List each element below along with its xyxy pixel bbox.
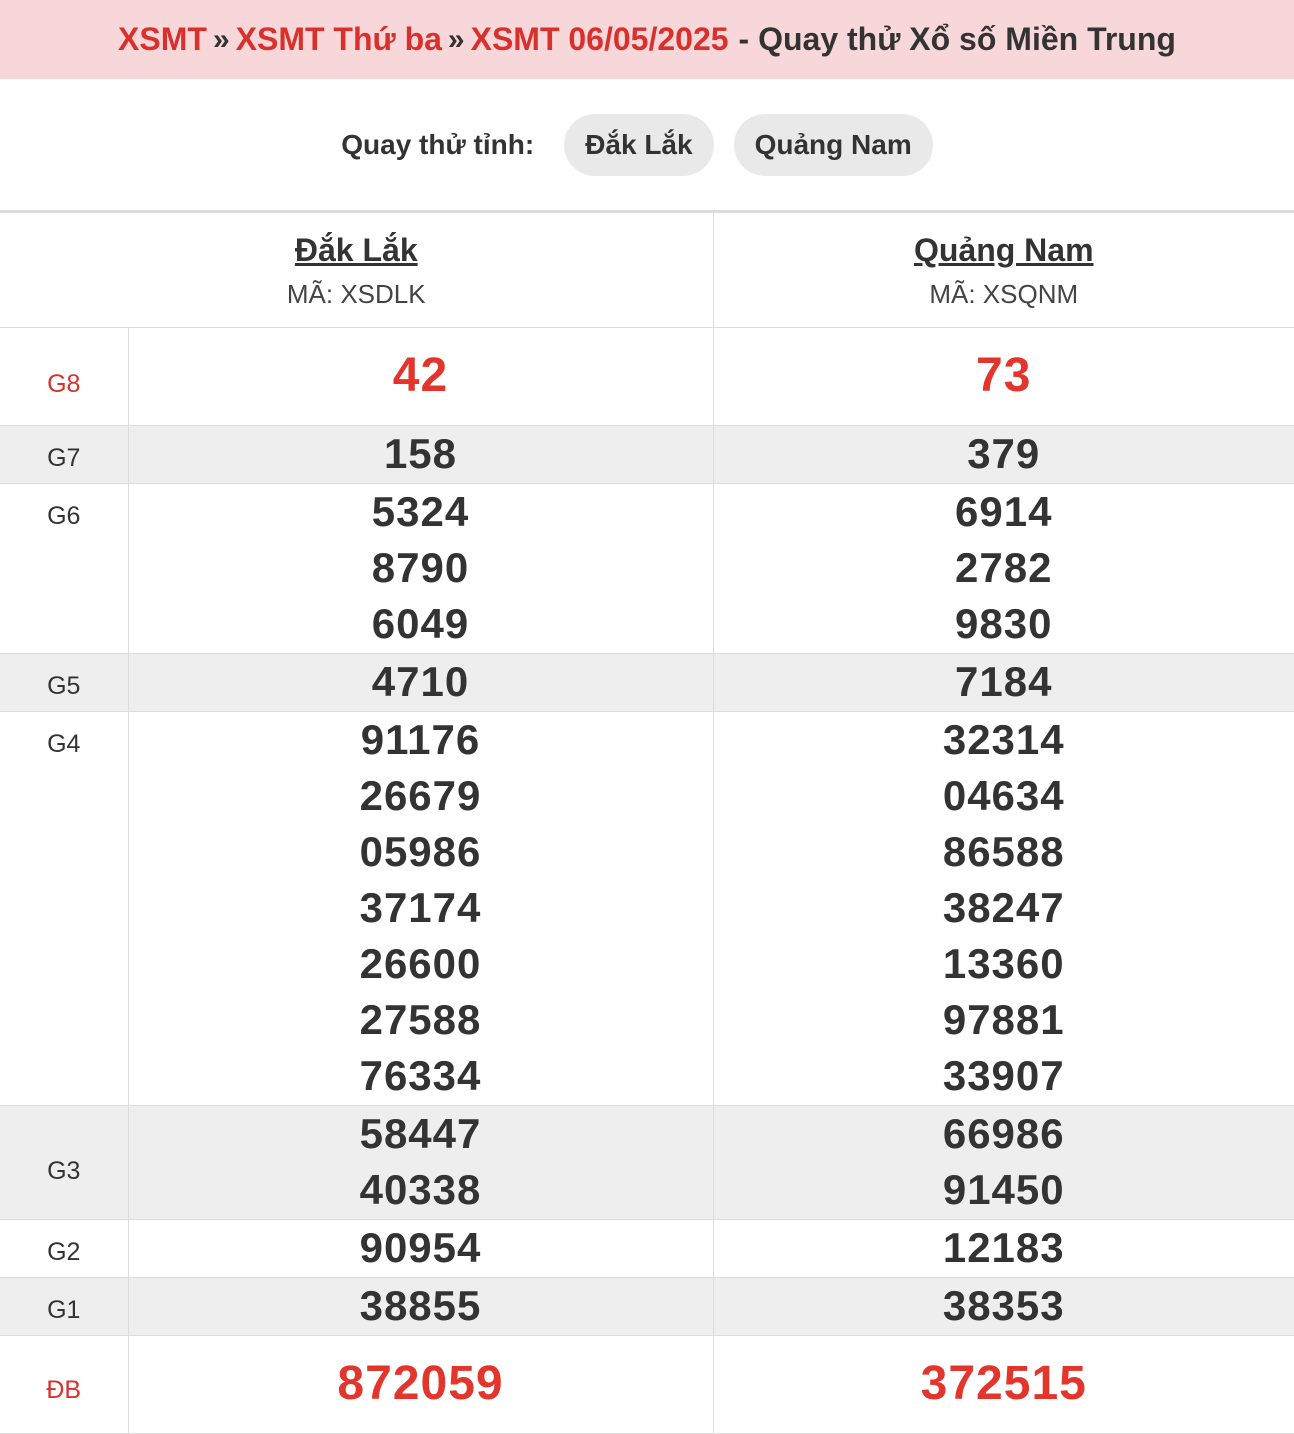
prize-number: 42 [392,349,449,402]
prize-number: 7184 [955,658,1053,705]
prize-label: G4 [0,711,129,1106]
prize-number: 6914 [955,488,1053,535]
breadcrumb-separator: » [212,22,230,56]
prize-number: 379 [967,430,1041,477]
breadcrumb: XSMT » XSMT Thứ ba » XSMT 06/05/2025 - Q… [0,0,1294,79]
prize-label: G1 [0,1277,129,1336]
prize-numbers-daklak: 5324 8790 6049 [127,483,714,654]
prize-number: 8790 [371,544,470,591]
province-selector: Quay thử tỉnh: Đắk Lắk Quảng Nam [0,79,1294,212]
prize-label: G8 [0,327,129,426]
prize-numbers-quangnam: 38353 [712,1277,1294,1336]
prize-number: 37174 [359,884,482,931]
province-button-daklak[interactable]: Đắk Lắk [564,113,714,176]
prize-number: 38247 [942,884,1065,931]
special-prize-number: 872059 [337,1357,504,1410]
province-code: MÃ: XSQNM [929,279,1079,309]
prize-label: G6 [0,483,129,654]
prize-numbers-quangnam: 12183 [712,1219,1294,1278]
prize-numbers-daklak: 58447 40338 [127,1105,714,1220]
prize-row-g4: G4 91176 26679 05986 37174 26600 27588 7… [0,711,1294,1106]
breadcrumb-link-xsmt[interactable]: XSMT [118,21,207,58]
province-header-daklak: Đắk Lắk MÃ: XSDLK [0,212,714,328]
prize-number: 26600 [359,940,482,987]
province-button-quangnam[interactable]: Quảng Nam [733,113,933,176]
prize-number: 38855 [359,1282,482,1329]
prize-number: 05986 [359,828,482,875]
prize-numbers-daklak: 872059 [127,1335,714,1434]
table-header-row: Đắk Lắk MÃ: XSDLK Quảng Nam MÃ: XSQNM [0,212,1294,328]
prize-number: 91450 [942,1166,1065,1213]
page-title: - Quay thử Xổ số Miền Trung [738,21,1176,57]
prize-numbers-daklak: 158 [127,425,714,484]
prize-number: 91176 [360,716,481,763]
breadcrumb-separator: » [447,22,465,56]
prize-number: 04634 [942,772,1065,819]
province-code: MÃ: XSDLK [286,279,426,309]
selector-label: Quay thử tỉnh: [341,128,535,160]
prize-number: 66986 [942,1110,1065,1157]
prize-row-g8: G8 42 73 [0,327,1294,426]
prize-number: 76334 [359,1052,482,1099]
prize-number: 6049 [371,600,470,647]
prize-row-g1: G1 38855 38353 [0,1277,1294,1336]
prize-label: G7 [0,425,129,484]
prize-label: ĐB [0,1335,129,1434]
prize-number: 38353 [942,1282,1065,1329]
prize-numbers-quangnam: 73 [712,327,1294,426]
results-table: Đắk Lắk MÃ: XSDLK Quảng Nam MÃ: XSQNM G8… [0,212,1294,1434]
prize-number: 2782 [955,544,1053,591]
prize-numbers-quangnam: 372515 [712,1335,1294,1434]
prize-number: 27588 [359,996,482,1043]
prize-number: 158 [383,430,458,477]
prize-numbers-quangnam: 66986 91450 [712,1105,1294,1220]
province-link-quangnam[interactable]: Quảng Nam [714,232,1294,269]
breadcrumb-link-date[interactable]: XSMT 06/05/2025 [471,21,729,58]
prize-numbers-quangnam: 7184 [712,653,1294,712]
prize-label: G3 [0,1105,129,1220]
prize-label: G5 [0,653,129,712]
special-prize-number: 372515 [920,1357,1087,1410]
prize-numbers-daklak: 91176 26679 05986 37174 26600 27588 7633… [127,711,714,1106]
prize-row-g3: G3 58447 40338 66986 91450 [0,1105,1294,1220]
prize-row-g5: G5 4710 7184 [0,653,1294,712]
prize-row-g7: G7 158 379 [0,425,1294,484]
prize-number: 58447 [359,1110,482,1157]
province-header-quangnam: Quảng Nam MÃ: XSQNM [712,212,1294,328]
prize-number: 73 [976,349,1032,402]
prize-numbers-quangnam: 379 [712,425,1294,484]
prize-number: 26679 [359,772,482,819]
prize-numbers-daklak: 38855 [127,1277,714,1336]
prize-row-g6: G6 5324 8790 6049 6914 2782 9830 [0,483,1294,654]
prize-number: 12183 [942,1224,1065,1271]
prize-numbers-daklak: 42 [127,327,714,426]
prize-number: 9830 [955,600,1053,647]
prize-numbers-quangnam: 32314 04634 86588 38247 13360 97881 3390… [712,711,1294,1106]
prize-number: 32314 [942,716,1065,763]
prize-number: 4710 [371,658,470,705]
prize-numbers-daklak: 4710 [127,653,714,712]
prize-number: 97881 [942,996,1065,1043]
prize-number: 33907 [942,1052,1065,1099]
prize-number: 5324 [371,488,470,535]
prize-numbers-quangnam: 6914 2782 9830 [712,483,1294,654]
province-link-daklak[interactable]: Đắk Lắk [0,232,713,269]
breadcrumb-link-weekday[interactable]: XSMT Thứ ba [236,21,442,58]
prize-row-g2: G2 90954 12183 [0,1219,1294,1278]
prize-label: G2 [0,1219,129,1278]
prize-numbers-daklak: 90954 [127,1219,714,1278]
prize-number: 90954 [359,1224,482,1271]
prize-row-special: ĐB 872059 372515 [0,1335,1294,1434]
prize-number: 40338 [359,1166,482,1213]
prize-number: 13360 [942,940,1065,987]
prize-number: 86588 [942,828,1065,875]
